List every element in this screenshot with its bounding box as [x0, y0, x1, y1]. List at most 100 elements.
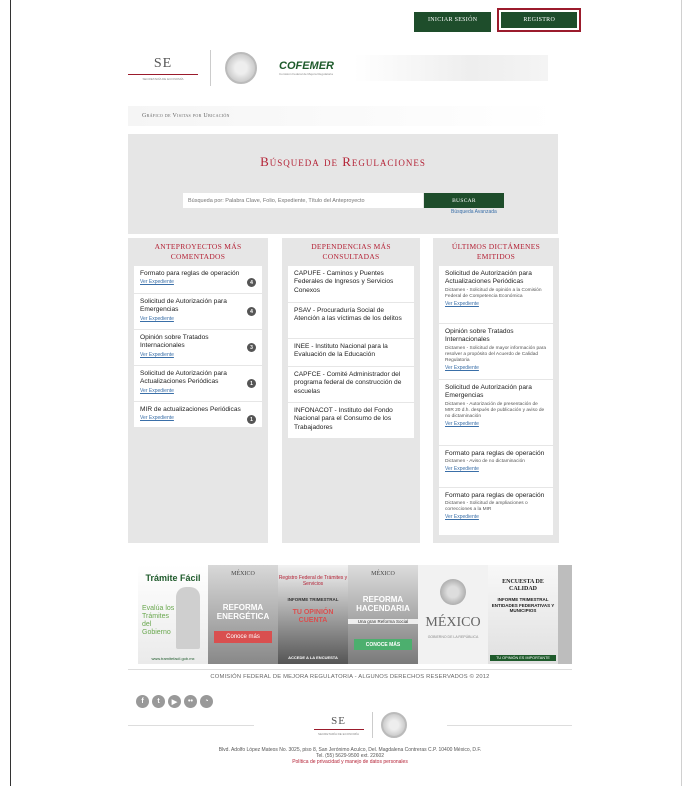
comment-count-badge: 4 [247, 278, 256, 287]
footer-rule-left [128, 724, 254, 726]
header-banner-fade [354, 55, 548, 81]
informe-trimestral-banner[interactable]: Registro Federal de Trámites y Servicios… [278, 565, 348, 664]
tu-opinion-cuenta-text: TU OPINIÓN CUENTA [292, 609, 334, 624]
list-item[interactable]: Solicitud de Autorización para Emergenci… [439, 380, 553, 446]
register-highlight: Registro [497, 8, 582, 32]
view-expediente-link[interactable]: Ver Expediente [140, 352, 256, 358]
dictamenes-column: Últimos dictámenes emitidos Solicitud de… [433, 238, 559, 543]
item-title: PSAV - Procuraduría Social de Atención a… [294, 307, 402, 323]
view-expediente-link[interactable]: Ver Expediente [140, 388, 256, 394]
footer-se-text: SE [331, 714, 346, 727]
dependencias-column: Dependencias más consultadas CAPUFE - Ca… [282, 238, 420, 543]
conoce-mas-button[interactable]: CONOCE MÁS [354, 639, 412, 650]
item-description: Dictamen - Solicitud de opinión a la Com… [445, 287, 542, 299]
register-button[interactable]: Registro [501, 12, 578, 28]
footer-divider [371, 712, 373, 738]
comment-count-badge: 4 [247, 307, 256, 316]
list-item[interactable]: CAPFCE - Comité Administrador del progra… [288, 367, 414, 403]
visits-map-label: Gráfico de Visitas por Ubicación [142, 113, 230, 119]
informe-trimestral-text: INFORME TRIMESTRAL [287, 597, 339, 602]
footer-logo-row: SE SECRETARÍA DE ECONOMÍA [128, 712, 572, 738]
list-item[interactable]: Formato para reglas de operación Dictame… [439, 488, 553, 536]
accede-encuesta-text[interactable]: ACCEDE A LA ENCUESTA [278, 655, 348, 660]
item-title: Formato para reglas de operación [445, 492, 545, 499]
list-item[interactable]: MIR de actualizaciones Periódicas Ver Ex… [134, 402, 262, 428]
tramite-facil-banner[interactable]: Trámite Fácil Evalúa los Trámites del Go… [138, 565, 208, 664]
footer-rule-right [446, 724, 572, 726]
view-expediente-link[interactable]: Ver Expediente [445, 301, 547, 307]
encuesta-subtitle: INFORME TRIMESTRAL ENTIDADES FEDERATIVAS… [491, 597, 555, 613]
tramite-facil-url: www.tramitefacil.gob.mx [151, 656, 195, 661]
list-item[interactable]: Opinión sobre Tratados Internacionales D… [439, 324, 553, 380]
list-item[interactable]: Solicitud de Autorización para Emergenci… [134, 294, 262, 330]
rss-icon[interactable]: ◔ [200, 695, 213, 708]
footer-se-logo[interactable]: SE SECRETARÍA DE ECONOMÍA [313, 714, 364, 736]
view-expediente-link[interactable]: Ver Expediente [445, 365, 547, 371]
social-links: f t ▶ •• ◔ [136, 695, 213, 708]
facebook-icon[interactable]: f [136, 695, 149, 708]
item-title: Solicitud de Autorización para Actualiza… [445, 270, 532, 286]
view-expediente-link[interactable]: Ver Expediente [140, 415, 256, 421]
se-logo-text: SE [153, 55, 173, 71]
view-expediente-link[interactable]: Ver Expediente [140, 316, 256, 322]
item-title: CAPUFE - Caminos y Puentes Federales de … [294, 270, 394, 294]
tramite-facil-title: Trámite Fácil [145, 573, 201, 583]
registro-federal-text: Registro Federal de Trámites y Servicios [278, 575, 348, 587]
item-description: Dictamen - Solicitud de mayor informació… [445, 345, 547, 363]
list-item[interactable]: Opinión sobre Tratados Internacionales V… [134, 330, 262, 366]
twitter-icon[interactable]: t [152, 695, 165, 708]
anteproyectos-title: Anteproyectos más comentados [154, 242, 242, 261]
reforma-energetica-banner[interactable]: MÉXICO REFORMA ENERGÉTICA Conoce más [208, 565, 278, 664]
list-item[interactable]: Formato para reglas de operación Dictame… [439, 446, 553, 488]
national-seal-icon [225, 52, 257, 84]
item-description: Dictamen - Aviso de no dictaminación [445, 459, 525, 465]
search-input[interactable] [183, 193, 423, 208]
login-button[interactable]: Iniciar Sesión [414, 12, 492, 32]
flickr-icon[interactable]: •• [184, 695, 197, 708]
list-item[interactable]: Formato para reglas de operación Ver Exp… [134, 266, 262, 294]
item-description: Dictamen - Autorización de presentación … [445, 401, 545, 419]
list-item[interactable]: CAPUFE - Caminos y Puentes Federales de … [288, 266, 414, 303]
item-title: CAPFCE - Comité Administrador del progra… [294, 371, 402, 395]
list-item[interactable]: Solicitud de Autorización para Actualiza… [439, 266, 553, 324]
list-item[interactable]: PSAV - Procuraduría Social de Atención a… [288, 303, 414, 339]
list-item[interactable]: INFONACOT - Instituto del Fondo Nacional… [288, 403, 414, 439]
view-expediente-link[interactable]: Ver Expediente [445, 466, 547, 472]
cofemer-logo-subtitle: Comisión Federal de Mejora Regulatoria [279, 72, 333, 76]
item-title: MIR de actualizaciones Periódicas [140, 406, 241, 413]
tramite-facil-text: Evalúa los Trámites del Gobierno [142, 605, 175, 636]
cofemer-logo[interactable]: COFEMER Comisión Federal de Mejora Regul… [279, 60, 334, 76]
advanced-search-link[interactable]: Búsqueda Avanzada [451, 209, 497, 215]
view-expediente-link[interactable]: Ver Expediente [445, 514, 547, 520]
search-button[interactable]: Buscar [424, 193, 504, 208]
list-item[interactable]: INEE - Instituto Nacional para la Evalua… [288, 339, 414, 367]
carousel-next-arrow[interactable] [558, 565, 572, 664]
privacy-link[interactable]: Política de privacidad y manejo de datos… [128, 759, 572, 766]
reforma-social-subtitle: Una gran Reforma Social [348, 619, 418, 624]
reforma-energetica-title: REFORMA ENERGÉTICA [216, 603, 270, 621]
search-title: Búsqueda de Regulaciones [260, 154, 426, 169]
comment-count-badge: 1 [247, 379, 256, 388]
view-expediente-link[interactable]: Ver Expediente [445, 421, 547, 427]
se-logo[interactable]: SE SECRETARÍA DE ECONOMÍA [128, 56, 198, 81]
dependencias-title: Dependencias más consultadas [311, 242, 391, 261]
reforma-hacendaria-banner[interactable]: MÉXICO REFORMA HACENDARIA Una gran Refor… [348, 565, 418, 664]
site-header: SE SECRETARÍA DE ECONOMÍA COFEMER Comisi… [128, 48, 548, 88]
encuesta-calidad-banner[interactable]: ENCUESTA DE CALIDAD INFORME TRIMESTRAL E… [488, 565, 558, 664]
mexico-title: MÉXICO [425, 615, 481, 630]
list-item[interactable]: Solicitud de Autorización para Actualiza… [134, 366, 262, 402]
footer-address: Blvd. Adolfo López Mateos No. 3025, piso… [128, 747, 572, 766]
se-logo-rule [128, 73, 198, 75]
item-description: Dictamen - Solicitud de ampliaciones o c… [445, 501, 528, 513]
youtube-icon[interactable]: ▶ [168, 695, 181, 708]
conoce-mas-button[interactable]: Conoce más [214, 631, 272, 643]
promo-banner-carousel: Trámite Fácil Evalúa los Trámites del Go… [138, 565, 572, 664]
person-illustration-icon [176, 587, 200, 649]
item-title: Solicitud de Autorización para Emergenci… [140, 298, 227, 314]
visits-map-strip[interactable]: Gráfico de Visitas por Ubicación [128, 106, 558, 126]
search-panel: Búsqueda de Regulaciones Buscar Búsqueda… [128, 134, 558, 234]
view-expediente-link[interactable]: Ver Expediente [140, 279, 256, 285]
gobierno-subtitle: GOBIERNO DE LA REPÚBLICA [427, 635, 479, 639]
national-seal-icon [380, 712, 407, 738]
mexico-gobierno-banner[interactable]: MÉXICO GOBIERNO DE LA REPÚBLICA [418, 565, 488, 664]
